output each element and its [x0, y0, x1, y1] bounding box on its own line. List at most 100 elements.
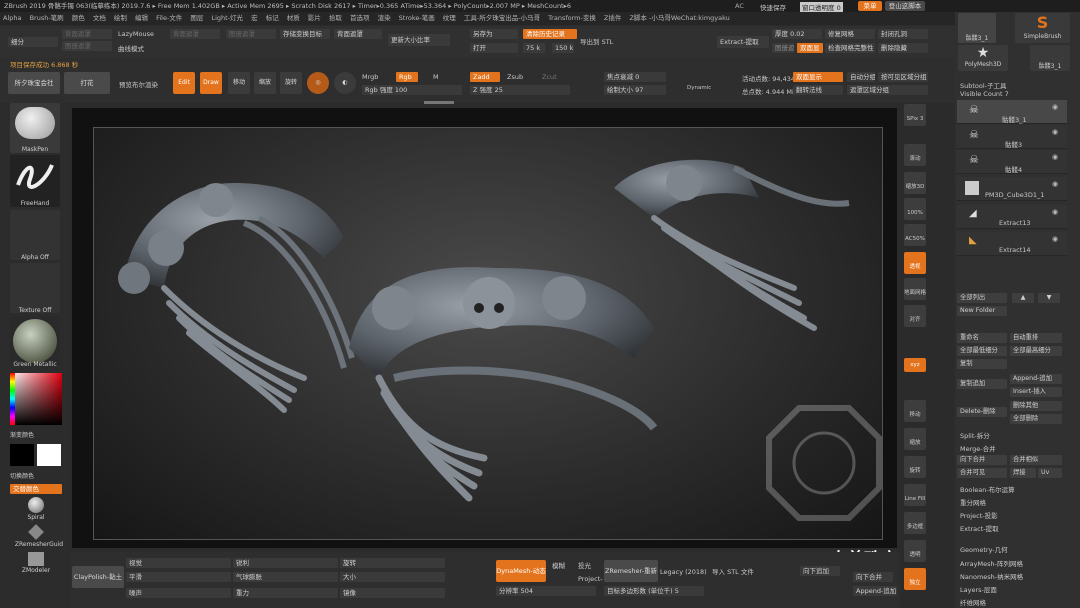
- export-stl-button[interactable]: 导出到 STL: [580, 36, 613, 46]
- switch-color-button[interactable]: 切换颜色: [10, 471, 40, 480]
- menu-tool[interactable]: 工具-所夕珠宝出品-小马哥: [464, 12, 540, 25]
- menu-marker[interactable]: 标记: [266, 12, 279, 25]
- xyz-button[interactable]: xyz: [904, 358, 926, 372]
- menu-button[interactable]: 菜单: [858, 1, 882, 11]
- gizmo-button[interactable]: ◎: [307, 72, 329, 94]
- import-stl-button[interactable]: 导入 STL 文件: [712, 566, 754, 576]
- mask-polygroup-button[interactable]: 遮罩区域分组: [847, 85, 928, 95]
- open-button[interactable]: 打开: [470, 43, 518, 53]
- thickness-slider[interactable]: 厚度 0.02: [772, 29, 822, 39]
- delete-hidden-button[interactable]: 删除隐藏: [878, 43, 928, 53]
- menu-layer[interactable]: 图层: [190, 12, 203, 25]
- eye-icon[interactable]: ◉: [1052, 128, 1058, 136]
- menu-material[interactable]: 材质: [287, 12, 300, 25]
- delete-button[interactable]: Delete-删除: [957, 407, 1007, 417]
- new-folder-button[interactable]: New Folder: [957, 306, 1007, 316]
- menu-draw[interactable]: 绘制: [114, 12, 127, 25]
- weld-button[interactable]: 焊接: [1010, 468, 1036, 478]
- resolution-slider[interactable]: 分辨率 504: [496, 586, 596, 596]
- menu-alpha[interactable]: Alpha: [3, 12, 21, 25]
- clear-history-button[interactable]: 清除历史记录: [523, 29, 577, 39]
- eye-icon[interactable]: ◉: [1052, 235, 1058, 243]
- arrow-up-button[interactable]: ▲: [1012, 293, 1034, 303]
- legacy-button[interactable]: Legacy (2018): [660, 568, 707, 576]
- menu-edit[interactable]: 编辑: [135, 12, 148, 25]
- blur-button[interactable]: 模糊: [552, 560, 565, 570]
- menu-zscript[interactable]: Z脚本 -小马哥WeChat:kimgyaku: [629, 12, 729, 25]
- polyframe-button[interactable]: 多边框: [904, 512, 926, 534]
- size-slider[interactable]: 大小: [340, 572, 445, 582]
- smooth-slider[interactable]: 平滑: [126, 572, 231, 582]
- split-section[interactable]: Split-拆分: [960, 430, 990, 440]
- subdivide-button[interactable]: 细分: [8, 37, 58, 47]
- list-all-button[interactable]: 全部列出: [957, 293, 1007, 303]
- update-ratio-button[interactable]: 更新大小比率: [388, 34, 450, 46]
- menu-color[interactable]: 颜色: [72, 12, 85, 25]
- mirror-slider[interactable]: 镜像: [340, 588, 445, 598]
- zhubao-society-button[interactable]: 所夕珠宝会社: [8, 72, 60, 94]
- menu-document[interactable]: 文档: [93, 12, 106, 25]
- z-intensity-slider[interactable]: Z 强度 25: [470, 85, 570, 95]
- claypolish-button[interactable]: ClayPolish-黏土: [72, 566, 124, 588]
- menu-zplugin[interactable]: Z插件: [604, 12, 621, 25]
- menu-transform[interactable]: Transform-变换: [548, 12, 596, 25]
- delete-other-button[interactable]: 删除其他: [1010, 401, 1062, 411]
- visual-slider[interactable]: 视觉: [126, 558, 231, 568]
- pressure-slider[interactable]: 气球膨胀: [233, 572, 338, 582]
- eye-icon[interactable]: ◉: [1052, 180, 1058, 188]
- check-mesh-button[interactable]: 检查网格完整性: [825, 43, 875, 53]
- merge-down-bottom-button[interactable]: 向下合并: [853, 572, 893, 582]
- move-mode-button[interactable]: 移动: [228, 72, 250, 94]
- zremesher-button[interactable]: ZRemesher-重新: [604, 560, 658, 582]
- alpha-selector[interactable]: [10, 210, 60, 260]
- edit-mode-button[interactable]: Edit: [173, 72, 195, 94]
- subtool-item-1[interactable]: ☠ 骷髅3_1 ◉: [957, 100, 1067, 124]
- rename-button[interactable]: 重命名: [957, 333, 1007, 343]
- eye-icon[interactable]: ◉: [1052, 103, 1058, 111]
- zadd-button[interactable]: Zadd: [470, 72, 500, 82]
- dynamic-button[interactable]: Dynamic: [687, 85, 711, 91]
- geometry-section[interactable]: Geometry-几何: [960, 544, 1008, 554]
- res-150k-button[interactable]: 150 k: [552, 43, 574, 53]
- texture-selector[interactable]: [10, 263, 60, 313]
- gravity-slider[interactable]: 重力: [233, 588, 338, 598]
- nanomesh-section[interactable]: Nanomesh-纳米网格: [960, 571, 1023, 581]
- uv-button[interactable]: Uv: [1038, 468, 1062, 478]
- login-button[interactable]: 登山这脚本: [885, 1, 925, 11]
- merge-similar-button[interactable]: 合并相似: [1010, 455, 1062, 465]
- rotate-slider[interactable]: 旋转: [340, 558, 445, 568]
- arrow-down-button[interactable]: ▼: [1038, 293, 1060, 303]
- menu-light[interactable]: Light-灯光: [211, 12, 243, 25]
- rgb-button[interactable]: Rgb: [396, 72, 418, 82]
- merge-down-button[interactable]: 向下合并: [957, 455, 1007, 465]
- close-holes-button[interactable]: 封闭孔洞: [878, 29, 928, 39]
- zmodeler-icon[interactable]: [28, 552, 44, 566]
- flip-normals-button[interactable]: 翻转法线: [793, 85, 843, 95]
- eye-icon[interactable]: ◉: [1052, 153, 1058, 161]
- secondary-color-swatch[interactable]: [37, 444, 61, 466]
- material-selector[interactable]: [10, 316, 60, 366]
- all-high-button[interactable]: 全部最高细分: [1010, 346, 1062, 356]
- backface-mask-button[interactable]: 背面遮罩: [334, 29, 382, 39]
- quicksave-button[interactable]: 快速保存: [760, 2, 786, 12]
- extract-section[interactable]: Extract-提取: [960, 523, 999, 533]
- target-polycount-slider[interactable]: 目标多边形数 (单位千) 5: [604, 586, 704, 596]
- half-size-button[interactable]: AC50%: [904, 224, 926, 246]
- menu-macro[interactable]: 宏: [251, 12, 258, 25]
- move-view-button[interactable]: 移动: [904, 400, 926, 422]
- project-section[interactable]: Project-投影: [960, 510, 998, 520]
- align-button[interactable]: 对齐: [904, 305, 926, 327]
- document-canvas[interactable]: [93, 127, 883, 540]
- all-low-button[interactable]: 全部最低细分: [957, 346, 1007, 356]
- main-color-swatch[interactable]: [10, 444, 34, 466]
- menu-texture[interactable]: 纹理: [443, 12, 456, 25]
- boolean-preview-button[interactable]: 预览布尔渲染: [119, 79, 158, 89]
- menu-preferences[interactable]: 首选项: [350, 12, 370, 25]
- auto-reorder-button[interactable]: 自动重排: [1010, 333, 1062, 343]
- draw-mode-button[interactable]: Draw: [200, 72, 222, 94]
- subtool-item-3[interactable]: ☠ 骷髅4 ◉: [957, 150, 1067, 174]
- subtool-item-2[interactable]: ☠ 骷髅3 ◉: [957, 125, 1067, 149]
- zsub-button[interactable]: Zsub: [507, 73, 523, 81]
- append-button[interactable]: Append-追加: [1010, 374, 1062, 384]
- res-75k-button[interactable]: 75 k: [523, 43, 545, 53]
